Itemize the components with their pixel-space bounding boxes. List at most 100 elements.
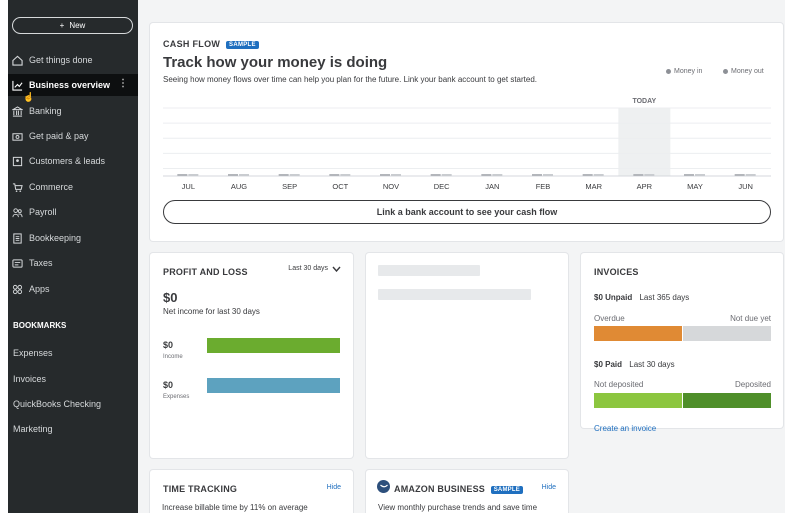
bar-money-in [481, 174, 492, 176]
hide-amazon-link[interactable]: Hide [542, 484, 556, 491]
bar-money-in [532, 174, 542, 176]
profit-loss-title: PROFIT AND LOSS [163, 267, 248, 277]
cash-flow-label: CASH FLOW SAMPLE [163, 39, 259, 49]
bar-money-in [582, 174, 593, 176]
income-value: $0 [163, 340, 174, 350]
more-options-icon[interactable]: ⋮ [118, 78, 128, 90]
amazon-business-card: AMAZON BUSINESS SAMPLE Hide View monthly… [366, 470, 568, 513]
expenses-bar[interactable] [207, 378, 340, 393]
sample-badge: SAMPLE [226, 40, 259, 49]
x-tick-label: DEC [434, 182, 450, 191]
sidebar-item-bookkeeping[interactable]: Bookkeeping [8, 227, 138, 249]
net-income-amount: $0 [163, 290, 178, 305]
x-tick-label: MAY [687, 182, 703, 191]
bookmark-expenses[interactable]: Expenses [13, 348, 53, 358]
x-tick-label: JUN [738, 182, 753, 191]
sidebar-item-label: Commerce [29, 182, 74, 192]
plus-icon: + [59, 21, 65, 30]
date-range-dropdown[interactable]: Last 30 days [288, 265, 341, 272]
sidebar-item-label: Get paid & pay [29, 131, 89, 141]
bookmark-marketing[interactable]: Marketing [13, 424, 53, 434]
today-highlight [618, 108, 671, 176]
bar-money-out [695, 174, 705, 176]
loading-card [366, 253, 568, 458]
sidebar-item-customers-leads[interactable]: Customers & leads [8, 150, 138, 172]
x-tick-label: MAR [585, 182, 602, 191]
overdue-label: Overdue [594, 314, 625, 323]
sidebar-item-label: Payroll [29, 207, 57, 217]
sidebar-item-label: Banking [29, 106, 62, 116]
create-invoice-link[interactable]: Create an invoice [594, 424, 656, 433]
sidebar-item-payroll[interactable]: Payroll [8, 201, 138, 223]
loading-skeleton [378, 265, 480, 276]
people-icon [12, 207, 23, 218]
taxes-icon [12, 258, 23, 269]
deposited-label: Deposited [734, 380, 771, 389]
deposited-segment[interactable] [683, 393, 771, 408]
x-tick-label: FEB [536, 182, 551, 191]
bar-money-in [633, 174, 644, 176]
income-label: Income [163, 354, 183, 360]
sidebar-item-commerce[interactable]: Commerce [8, 176, 138, 198]
chevron-down-icon [332, 266, 341, 272]
x-tick-label: JAN [485, 182, 499, 191]
contacts-icon [12, 156, 23, 167]
overdue-segment[interactable] [594, 326, 682, 341]
sidebar-item-label: Apps [29, 284, 50, 294]
cash-flow-heading: CASH FLOW [163, 39, 221, 49]
income-bar[interactable] [207, 338, 340, 353]
bar-money-out [289, 174, 300, 176]
bar-money-out [644, 174, 655, 176]
bar-money-out [593, 174, 604, 176]
not-due-segment[interactable] [683, 326, 771, 341]
x-tick-label: OCT [332, 182, 348, 191]
invoices-card: INVOICES $0 Unpaid Last 365 days Overdue… [581, 253, 783, 433]
legend-label: Money in [674, 68, 703, 75]
x-tick-label: APR [637, 182, 653, 191]
cash-flow-card: CASH FLOW SAMPLE Track how your money is… [150, 23, 783, 241]
not-deposited-segment[interactable] [594, 393, 682, 408]
money-icon [12, 131, 23, 142]
bookmark-invoices[interactable]: Invoices [13, 374, 46, 384]
bar-money-out [239, 174, 249, 176]
legend-dot-icon [723, 69, 728, 74]
bar-money-in [684, 174, 694, 176]
sidebar-item-taxes[interactable]: Taxes [8, 252, 138, 274]
sidebar-item-apps[interactable]: Apps [8, 278, 138, 300]
expenses-label: Expenses [163, 394, 190, 400]
amazon-business-heading: AMAZON BUSINESS SAMPLE [394, 484, 523, 494]
pointer-cursor-icon: ☝ [23, 92, 35, 102]
legend-money-in: Money in [666, 68, 702, 75]
date-range-label: Last 30 days [288, 265, 328, 272]
sidebar-item-get-things-done[interactable]: Get things done [8, 49, 138, 71]
new-button[interactable]: + New [12, 17, 133, 34]
paid-period: Last 30 days [629, 360, 675, 369]
hide-time-tracking-link[interactable]: Hide [327, 484, 341, 491]
bar-money-out [441, 174, 452, 176]
bar-money-out [340, 174, 351, 176]
apps-icon [12, 284, 23, 295]
not-due-label: Not due yet [730, 314, 771, 323]
amazon-business-body: View monthly purchase trends and save ti… [378, 503, 538, 512]
x-tick-label: AUG [231, 182, 247, 191]
home-icon [12, 55, 23, 66]
paid-amount: $0 Paid [594, 360, 623, 369]
bar-money-out [745, 174, 756, 176]
paid-summary: $0 Paid Last 30 days [594, 360, 675, 369]
paid-bar [594, 393, 771, 408]
link-bank-account-button[interactable]: Link a bank account to see your cash flo… [163, 200, 771, 224]
sidebar-item-banking[interactable]: Banking [8, 100, 138, 122]
time-tracking-body: Increase billable time by 11% on average [162, 503, 308, 512]
net-income-label: Net income for last 30 days [163, 307, 260, 316]
time-tracking-title: TIME TRACKING [163, 484, 238, 494]
new-button-label: New [69, 21, 86, 30]
invoices-title: INVOICES [594, 267, 639, 277]
amazon-logo-icon [377, 480, 390, 493]
sidebar-item-label: Bookkeeping [29, 233, 82, 243]
bar-money-in [329, 174, 340, 176]
bookmark-quickbooks-checking[interactable]: QuickBooks Checking [13, 399, 101, 409]
sidebar-item-get-paid-pay[interactable]: Get paid & pay [8, 125, 138, 147]
unpaid-summary: $0 Unpaid Last 365 days [594, 293, 689, 302]
bar-money-out [391, 174, 401, 176]
bank-icon [12, 105, 23, 117]
